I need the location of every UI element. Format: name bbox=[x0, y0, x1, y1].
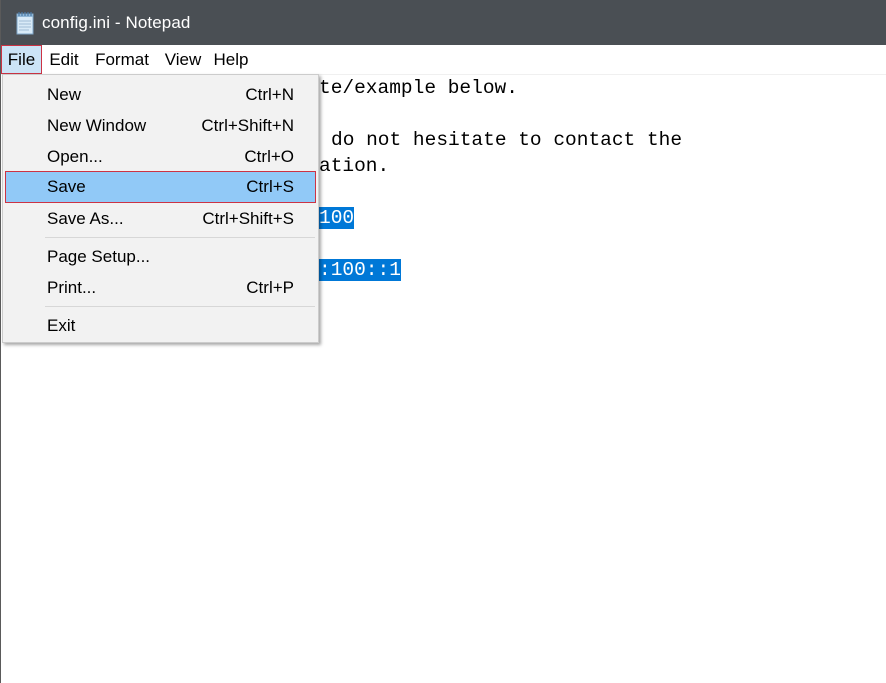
menu-item-new-window[interactable]: New Window Ctrl+Shift+N bbox=[5, 110, 316, 141]
menu-item-label: New bbox=[47, 84, 82, 104]
menu-item-open[interactable]: Open... Ctrl+O bbox=[5, 141, 316, 172]
menu-item-new[interactable]: New Ctrl+N bbox=[5, 79, 316, 110]
editor-line: :100::1 bbox=[319, 257, 401, 283]
menu-item-label: Save As... bbox=[47, 208, 124, 228]
menu-item-label: Print... bbox=[47, 277, 97, 297]
menu-item-save[interactable]: Save Ctrl+S bbox=[5, 171, 316, 203]
notepad-icon bbox=[15, 11, 35, 35]
menu-item-label: Page Setup... bbox=[47, 246, 151, 266]
editor-line: ation. bbox=[319, 153, 389, 179]
menu-item-page-setup[interactable]: Page Setup... bbox=[5, 241, 316, 272]
notepad-window: config.ini - Notepad File Edit Format Vi… bbox=[0, 0, 886, 683]
menu-edit[interactable]: Edit bbox=[42, 45, 86, 74]
menu-bar: File Edit Format View Help bbox=[1, 45, 886, 75]
menu-item-label: Open... bbox=[47, 146, 103, 166]
menu-item-shortcut: Ctrl+P bbox=[246, 277, 294, 297]
menu-item-shortcut: Ctrl+Shift+S bbox=[202, 208, 294, 228]
menu-item-shortcut: Ctrl+S bbox=[246, 177, 294, 196]
menu-separator bbox=[45, 237, 315, 238]
editor-line: 100 bbox=[319, 205, 355, 231]
window-title: config.ini - Notepad bbox=[42, 12, 191, 32]
menu-format[interactable]: Format bbox=[86, 45, 158, 74]
editor-text: te/example below. bbox=[319, 77, 518, 99]
menu-item-save-as[interactable]: Save As... Ctrl+Shift+S bbox=[5, 203, 316, 234]
menu-item-label: Exit bbox=[47, 315, 76, 335]
title-bar[interactable]: config.ini - Notepad bbox=[1, 0, 886, 45]
menu-view[interactable]: View bbox=[158, 45, 208, 74]
selected-text: 100 bbox=[319, 207, 355, 229]
menu-item-shortcut: Ctrl+Shift+N bbox=[201, 115, 294, 135]
menu-item-shortcut: Ctrl+N bbox=[245, 84, 294, 104]
selected-text: :100::1 bbox=[319, 259, 401, 281]
menu-separator bbox=[45, 306, 315, 307]
editor-line: te/example below. bbox=[319, 75, 518, 101]
menu-item-shortcut: Ctrl+O bbox=[244, 146, 294, 166]
menu-help[interactable]: Help bbox=[208, 45, 254, 74]
file-menu-dropdown: New Ctrl+N New Window Ctrl+Shift+N Open.… bbox=[2, 74, 319, 343]
menu-file[interactable]: File bbox=[1, 45, 42, 74]
menu-item-label: New Window bbox=[47, 115, 147, 135]
editor-line: do not hesitate to contact the bbox=[319, 127, 682, 153]
menu-item-print[interactable]: Print... Ctrl+P bbox=[5, 272, 316, 303]
menu-item-exit[interactable]: Exit bbox=[5, 310, 316, 341]
editor-text: do not hesitate to contact the bbox=[331, 129, 683, 151]
editor-text: ation. bbox=[319, 155, 390, 177]
menu-item-label: Save bbox=[47, 177, 86, 196]
